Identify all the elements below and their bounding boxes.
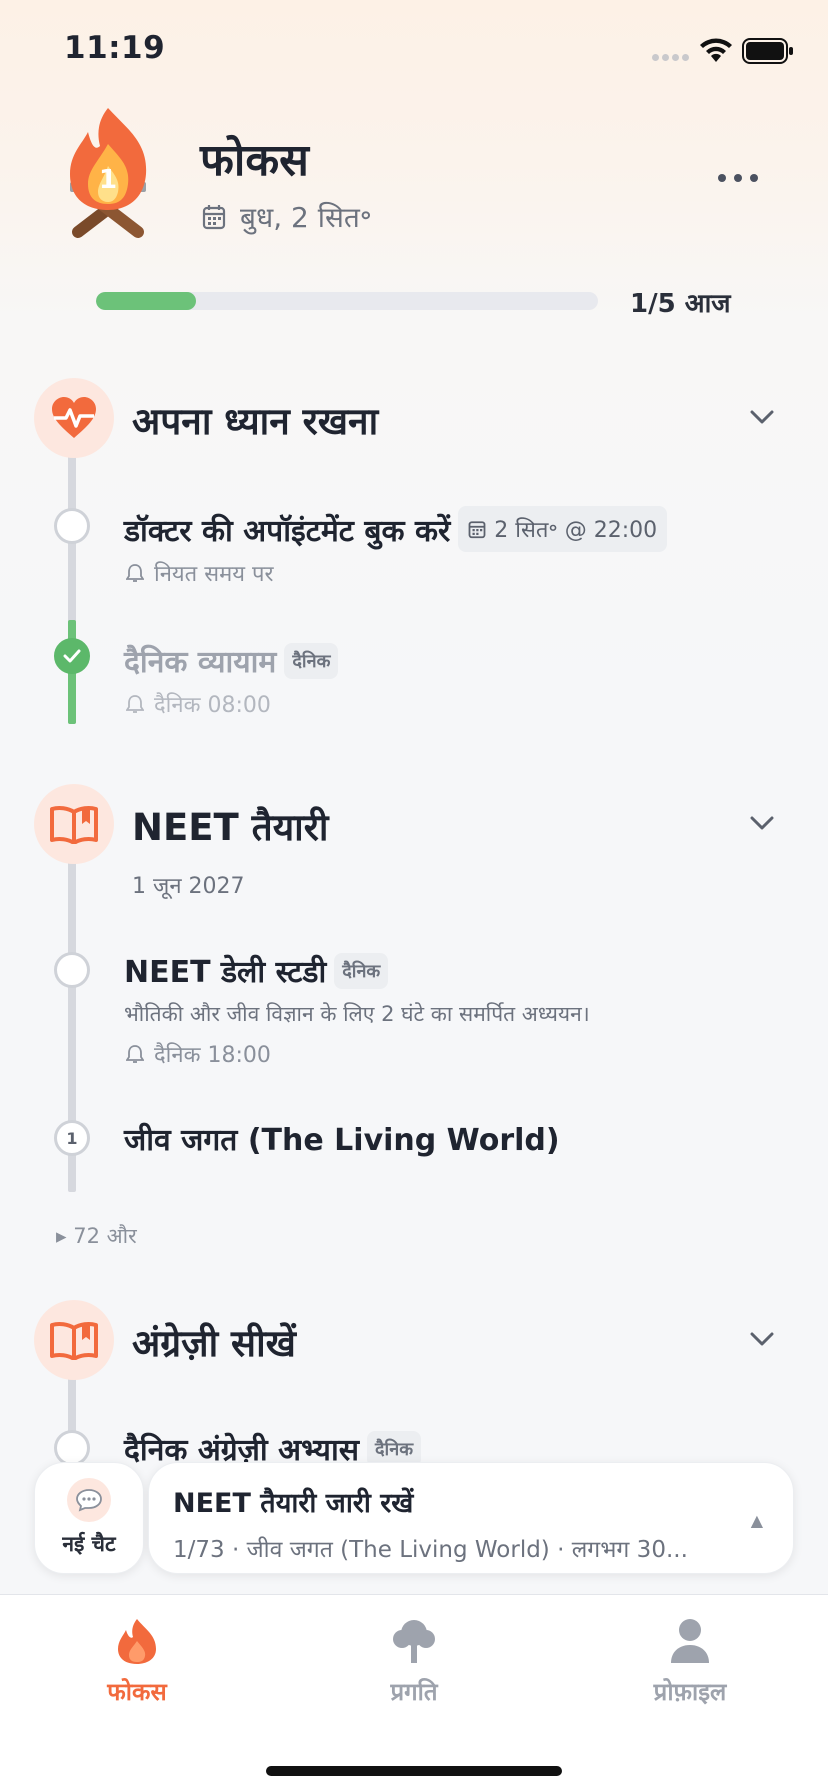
task-title: NEET डेली स्टडी — [124, 955, 327, 990]
tab-label: प्रोफ़ाइल — [653, 1678, 727, 1706]
task-number-badge[interactable]: 1 — [54, 1120, 90, 1156]
task-title: दैनिक व्यायाम — [124, 645, 277, 680]
more-options-button[interactable] — [718, 170, 764, 186]
calendar-icon — [202, 205, 226, 230]
category-title-neet[interactable]: NEET तैयारी — [132, 800, 329, 851]
task-checkbox[interactable] — [54, 508, 90, 544]
reminder-text: दैनिक 18:00 — [154, 1043, 271, 1068]
continue-title: NEET तैयारी जारी रखें — [173, 1488, 414, 1519]
task-title: जीव जगत (The Living World) — [124, 1123, 560, 1158]
task-title: डॉक्टर की अपॉइंटमेंट बुक करें — [124, 513, 451, 549]
home-indicator — [266, 1766, 562, 1776]
task-row[interactable]: डॉक्टर की अपॉइंटमेंट बुक करें 2 सित॰ @ 2… — [124, 506, 668, 552]
new-chat-button[interactable]: नई चैट — [34, 1462, 144, 1574]
tab-label: प्रगति — [390, 1678, 438, 1706]
category-icon-english — [34, 1300, 114, 1380]
show-more-tasks-link[interactable]: ▸ 72 और — [56, 1222, 137, 1250]
expand-caret-icon[interactable]: ▲ — [751, 1511, 763, 1530]
person-icon — [671, 1619, 709, 1663]
category-title-self-care[interactable]: अपना ध्यान रखना — [132, 394, 378, 445]
open-book-icon — [50, 1322, 98, 1360]
battery-icon — [742, 38, 793, 64]
category-icon-neet — [34, 784, 114, 864]
tab-bar: फोकस प्रगति प्रोफ़ाइल — [0, 1594, 828, 1792]
task-checkbox-checked[interactable] — [54, 638, 90, 674]
tab-profile[interactable]: प्रोफ़ाइल — [640, 1617, 740, 1708]
campfire-mascot-icon: 1 — [70, 108, 147, 238]
calendar-icon — [468, 521, 486, 539]
checkmark-icon — [63, 649, 81, 663]
page-title: फोकस — [200, 135, 309, 186]
wifi-icon — [700, 38, 732, 62]
progress-label: 1/5 आज — [630, 289, 731, 319]
reminder-text: दैनिक 08:00 — [154, 693, 271, 718]
cellular-signal-icon — [652, 54, 690, 62]
open-book-icon — [50, 806, 98, 844]
task-row[interactable]: NEET डेली स्टडी दैनिक — [124, 950, 389, 991]
task-reminder: नियत समय पर — [126, 558, 273, 588]
due-date-text: 2 सित॰ @ 22:00 — [494, 518, 658, 543]
continue-subtitle: 1/73 · जीव जगत (The Living World) · लगभग… — [173, 1537, 688, 1563]
task-reminder: दैनिक 18:00 — [126, 1039, 271, 1069]
status-time: 11:19 — [64, 30, 166, 66]
daily-progress-fill — [96, 292, 197, 310]
recurrence-chip: दैनिक — [284, 642, 339, 679]
chevron-down-icon[interactable] — [748, 408, 776, 426]
bell-icon — [126, 695, 144, 713]
tab-progress[interactable]: प्रगति — [372, 1617, 456, 1708]
tree-icon — [393, 1620, 435, 1663]
task-reminder: दैनिक 08:00 — [126, 689, 271, 719]
due-date-chip: 2 सित॰ @ 22:00 — [458, 506, 668, 552]
chevron-down-icon[interactable] — [748, 1330, 776, 1348]
chat-bubble-icon — [67, 1478, 111, 1522]
header-date: बुध, 2 सित॰ — [240, 201, 372, 234]
reminder-text: नियत समय पर — [154, 562, 274, 587]
task-description: भौतिकी और जीव विज्ञान के लिए 2 घंटे का स… — [124, 1002, 590, 1026]
daily-progress-bar — [96, 292, 598, 310]
continue-goal-card[interactable]: NEET तैयारी जारी रखें 1/73 · जीव जगत (Th… — [148, 1462, 794, 1574]
date-row: बुध, 2 सित॰ — [202, 198, 372, 236]
goal-deadline: 1 जून 2027 — [132, 874, 245, 899]
new-chat-label: नई चैट — [62, 1532, 116, 1556]
recurrence-chip: दैनिक — [334, 952, 389, 989]
category-icon-self-care — [34, 378, 114, 458]
flame-icon — [118, 1619, 156, 1664]
task-checkbox[interactable] — [54, 952, 90, 988]
bell-icon — [126, 564, 144, 582]
category-title-english[interactable]: अंग्रेज़ी सीखें — [132, 1316, 296, 1367]
task-row[interactable]: जीव जगत (The Living World) — [124, 1118, 560, 1159]
task-checkbox[interactable] — [54, 1430, 90, 1466]
mascot-badge: 1 — [99, 165, 117, 195]
chevron-down-icon[interactable] — [748, 814, 776, 832]
task-row[interactable]: दैनिक व्यायाम दैनिक — [124, 640, 339, 681]
tab-focus[interactable]: फोकस — [96, 1617, 178, 1708]
heartbeat-icon — [52, 397, 96, 438]
bell-icon — [126, 1045, 144, 1063]
tab-label: फोकस — [107, 1678, 167, 1706]
